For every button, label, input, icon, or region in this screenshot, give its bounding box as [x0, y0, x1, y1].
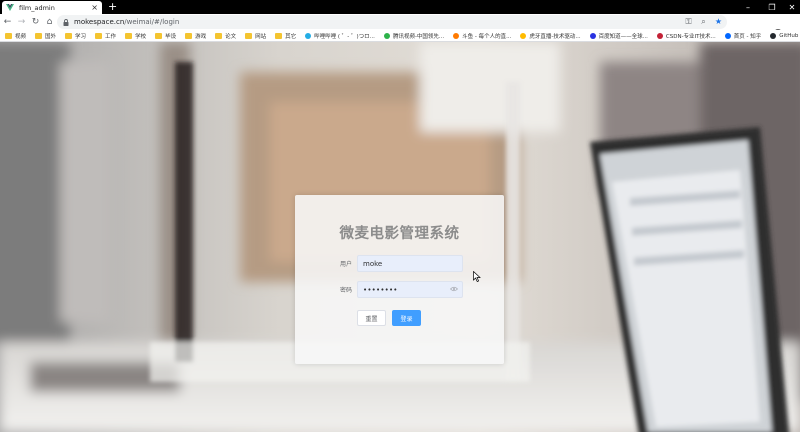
bookmarks-bar: 视频 国外 学习 工作 学校 毕设 游戏 论文 网站 其它 哔哩哔哩 ( ゜- ゜)つロ... 腾讯视… — [0, 30, 800, 42]
login-button[interactable]: 登录 — [392, 310, 421, 326]
mouse-cursor-icon — [473, 271, 481, 282]
bookmark-item[interactable]: 虎牙直播-技术驱动... — [520, 30, 581, 41]
home-icon[interactable]: ⌂ — [43, 14, 56, 30]
bookmark-item[interactable]: 国外 — [35, 30, 57, 41]
vue-logo-icon — [6, 4, 14, 12]
new-tab-button[interactable]: + — [108, 1, 117, 12]
bookmark-label: GitHub — [779, 32, 799, 39]
bookmark-label: 其它 — [285, 33, 297, 40]
bookmark-item[interactable]: 学校 — [125, 30, 147, 41]
bookmark-label: 论文 — [225, 33, 237, 40]
browser-tab[interactable]: film_admin × — [2, 1, 102, 14]
folder-icon — [5, 32, 12, 39]
bookmark-label: 毕设 — [165, 33, 177, 40]
bookmark-label: 游戏 — [195, 33, 207, 40]
bookmark-label: 国外 — [45, 33, 57, 40]
password-value: •••••••• — [363, 285, 398, 294]
folder-icon — [65, 32, 73, 39]
tab-close-icon[interactable]: × — [91, 3, 98, 12]
bookmark-label: 学校 — [135, 33, 147, 40]
bookmark-label: 百度知道——全球... — [598, 33, 648, 40]
window-close-icon[interactable]: ✕ — [780, 0, 800, 14]
key-icon[interactable]: ⚿ — [684, 17, 693, 26]
bookmark-item[interactable]: 学习 — [65, 30, 87, 41]
bookmark-item[interactable]: 腾讯视频-中国领先... — [383, 30, 445, 41]
username-label: 用户 — [340, 261, 353, 268]
bookmark-item[interactable]: 百度知道——全球... — [589, 30, 648, 41]
bookmark-item[interactable]: 网站 — [245, 30, 267, 41]
folder-icon — [245, 32, 253, 39]
bookmark-item[interactable]: 毕设 — [155, 30, 177, 41]
bookmark-item[interactable]: CSDN-专业IT技术... — [656, 30, 716, 41]
csdn-icon — [656, 32, 663, 39]
github-icon — [770, 32, 777, 39]
login-page: 微麦电影管理系统 用户 moke 密码 •••••••• 重置 登录 — [0, 42, 800, 432]
folder-icon — [215, 32, 223, 39]
huya-icon — [520, 32, 527, 39]
bookmark-label: 网站 — [255, 33, 267, 40]
bookmark-label: 首页 - 知乎 — [733, 33, 762, 40]
address-bar[interactable]: mokespace.cn/weimai/#/login ⚿ ⌕ ★ — [57, 15, 727, 29]
url-path: /weimai/#/login — [124, 18, 180, 26]
browser-toolbar: ← → ↻ ⌂ mokespace.cn/weimai/#/login ⚿ ⌕ … — [0, 14, 800, 39]
bookmark-item[interactable]: 论文 — [215, 30, 237, 41]
folder-icon — [125, 32, 133, 39]
bookmark-label: 虎牙直播-技术驱动... — [529, 33, 581, 40]
lock-icon — [63, 18, 70, 26]
baidu-icon — [589, 32, 596, 39]
folder-icon — [155, 32, 163, 39]
tencent-video-icon — [383, 32, 390, 39]
password-label: 密码 — [340, 287, 353, 294]
zoom-icon[interactable]: ⌕ — [699, 17, 708, 26]
reset-button[interactable]: 重置 — [357, 310, 386, 326]
url-text: mokespace.cn/weimai/#/login — [74, 18, 179, 26]
douyu-icon — [453, 32, 460, 39]
bookmark-item[interactable]: 斗鱼 - 每个人的直... — [453, 30, 512, 41]
bookmark-label: 斗鱼 - 每个人的直... — [462, 33, 512, 40]
minimize-icon[interactable]: – — [736, 0, 760, 14]
bookmark-item[interactable]: GitHub — [770, 30, 799, 41]
folder-icon — [275, 32, 283, 39]
system-title: 微麦电影管理系统 — [339, 226, 460, 242]
bookmark-item[interactable]: 游戏 — [185, 30, 207, 41]
bookmark-star-icon[interactable]: ★ — [714, 17, 723, 26]
forward-arrow-icon[interactable]: → — [15, 14, 28, 30]
folder-icon — [35, 32, 43, 39]
bookmark-label: 工作 — [105, 33, 117, 40]
password-input[interactable]: •••••••• — [357, 281, 463, 298]
bookmark-label: 学习 — [75, 33, 87, 40]
bookmark-item[interactable]: 哔哩哔哩 ( ゜- ゜)つロ... — [305, 30, 375, 41]
url-host: mokespace.cn — [74, 18, 125, 26]
zhihu-icon — [724, 32, 731, 39]
reload-icon[interactable]: ↻ — [29, 14, 42, 30]
bookmark-label: 视频 — [15, 33, 27, 40]
bookmark-label: 腾讯视频-中国领先... — [392, 33, 445, 40]
tab-title: film_admin — [19, 3, 55, 12]
bookmark-item[interactable]: 视频 — [5, 30, 27, 41]
bilibili-icon — [305, 32, 312, 39]
tab-strip: film_admin × + – ❐ ✕ — [0, 0, 800, 14]
folder-icon — [95, 32, 103, 39]
bookmark-label: CSDN-专业IT技术... — [665, 33, 716, 40]
folder-icon — [185, 32, 193, 39]
eye-icon[interactable] — [450, 286, 458, 294]
username-value: moke — [363, 259, 383, 268]
bookmark-item[interactable]: 首页 - 知乎 — [724, 30, 762, 41]
bookmark-label: 哔哩哔哩 ( ゜- ゜)つロ... — [314, 33, 375, 40]
username-input[interactable]: moke — [357, 255, 463, 272]
back-arrow-icon[interactable]: ← — [1, 14, 14, 30]
bookmark-item[interactable]: 其它 — [275, 30, 297, 41]
bookmark-item[interactable]: 工作 — [95, 30, 117, 41]
